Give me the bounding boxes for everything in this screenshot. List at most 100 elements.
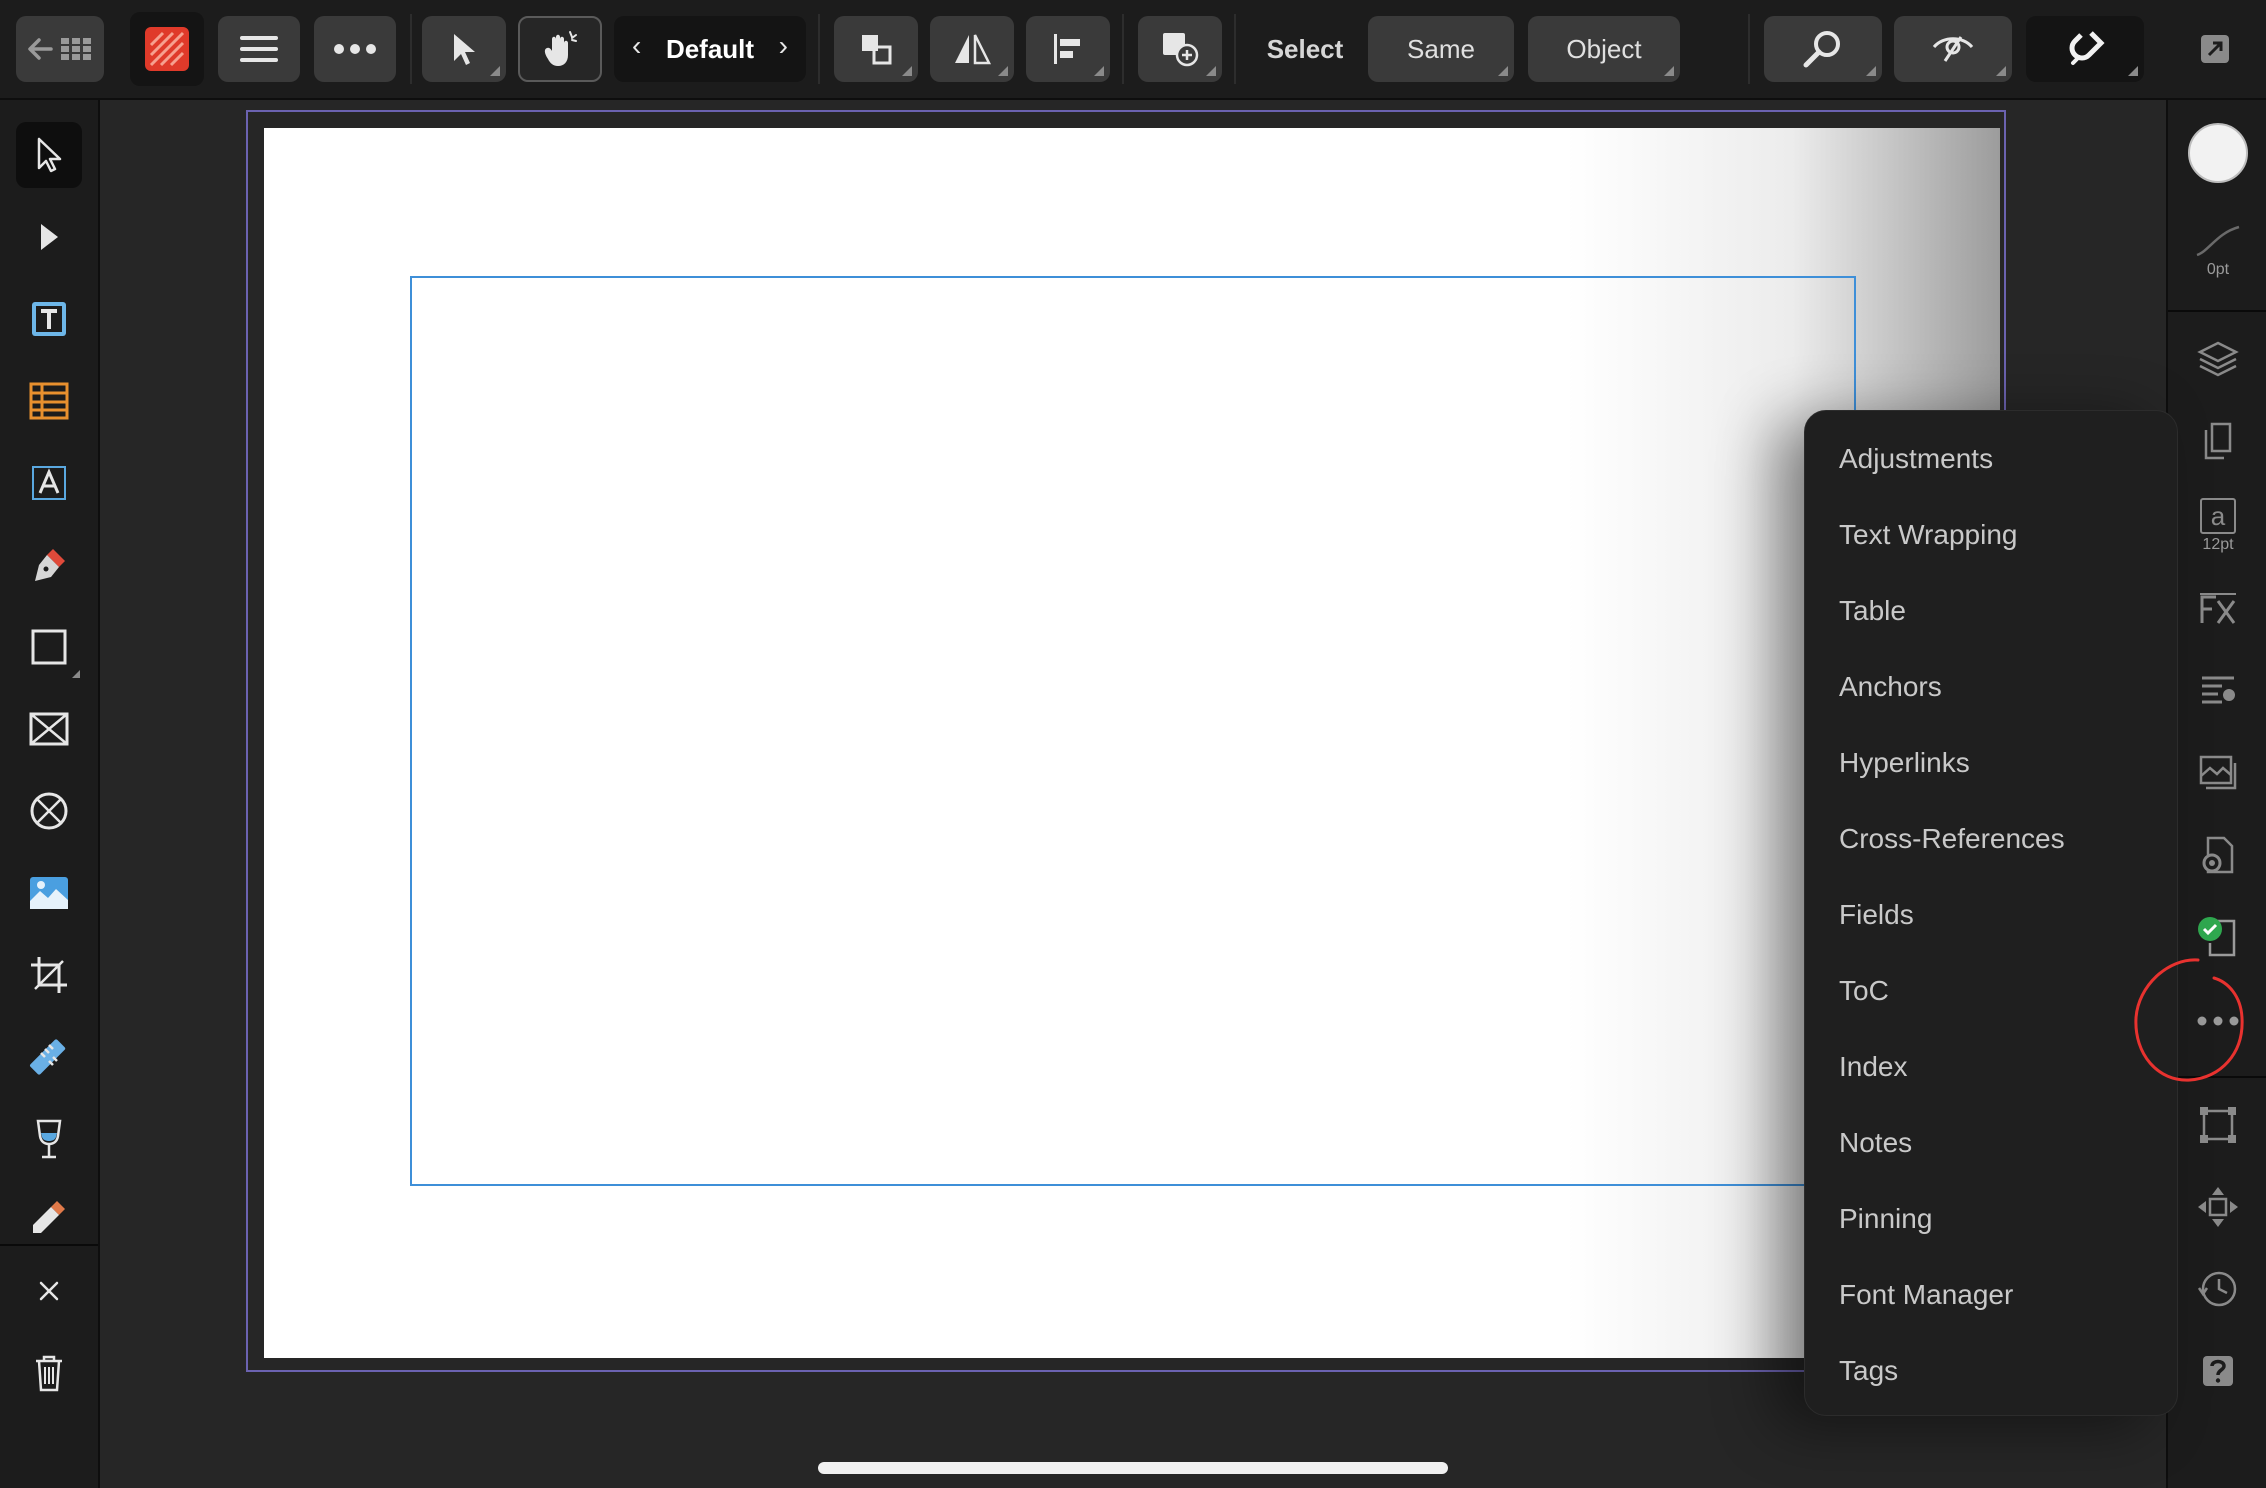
rectangle-tool[interactable] — [16, 614, 82, 680]
tools-panel — [0, 100, 100, 1488]
menu-item-font-manager[interactable]: Font Manager — [1839, 1279, 2013, 1311]
tool-flyout-indicator — [72, 670, 80, 678]
select-object-button[interactable]: Object — [1528, 16, 1680, 82]
add-shape-icon — [1163, 33, 1199, 67]
document-gear-icon — [2202, 836, 2234, 874]
hamburger-menu-icon — [240, 36, 278, 62]
view-mode-button[interactable] — [1894, 16, 2012, 82]
pen-nib-icon — [35, 549, 65, 581]
menu-item-index[interactable]: Index — [1839, 1051, 1908, 1083]
transform-studio-button[interactable] — [2185, 1092, 2251, 1158]
artistic-text-icon — [32, 466, 66, 500]
table-tool[interactable] — [16, 368, 82, 434]
help-button[interactable] — [2185, 1338, 2251, 1404]
menu-item-hyperlinks[interactable]: Hyperlinks — [1839, 747, 1970, 779]
node-arrow-icon — [41, 224, 58, 250]
images-stack-icon — [2199, 755, 2237, 790]
frame-text-icon — [32, 302, 66, 336]
toolbar-divider — [410, 14, 412, 84]
preset-next-icon[interactable]: › — [779, 30, 788, 62]
back-to-documents-button[interactable] — [16, 16, 104, 82]
fill-color-swatch[interactable] — [2185, 120, 2251, 186]
color-picker-tool[interactable] — [16, 1024, 82, 1090]
table-icon — [29, 382, 69, 420]
menu-item-table[interactable]: Table — [1839, 595, 1906, 627]
menu-item-cross-references[interactable]: Cross-References — [1839, 823, 2065, 855]
insert-button[interactable] — [1138, 16, 1222, 82]
place-image-tool[interactable] — [16, 860, 82, 926]
menu-item-anchors[interactable]: Anchors — [1839, 671, 1942, 703]
move-arrows-icon — [2198, 1187, 2238, 1227]
crop-tool[interactable] — [16, 942, 82, 1008]
navigator-studio-button[interactable] — [2185, 1174, 2251, 1240]
eye-preview-icon — [1932, 36, 1974, 62]
top-toolbar: ‹ Default › Select Same Object — [0, 0, 2266, 100]
fullscreen-button[interactable] — [2180, 16, 2250, 82]
document-settings-button[interactable] — [2185, 822, 2251, 888]
menu-item-pinning[interactable]: Pinning — [1839, 1203, 1932, 1235]
ellipse-frame-icon — [30, 792, 68, 830]
picture-frame-rectangle-tool[interactable] — [16, 696, 82, 762]
text-size-label: 12pt — [2202, 536, 2234, 553]
node-tool[interactable] — [16, 204, 82, 270]
history-studio-button[interactable] — [2185, 1256, 2251, 1322]
tools-divider — [0, 1244, 98, 1246]
magnifier-icon — [1803, 31, 1840, 68]
text-styles-studio-button[interactable]: a 12pt — [2185, 488, 2251, 564]
preset-previous-icon[interactable]: ‹ — [632, 30, 641, 62]
main-menu-button[interactable] — [218, 16, 300, 82]
artistic-text-tool[interactable] — [16, 450, 82, 516]
wine-glass-icon — [36, 1119, 62, 1159]
trash-icon — [36, 1355, 62, 1392]
text-style-icon: a — [2200, 498, 2236, 534]
effects-studio-button[interactable] — [2185, 576, 2251, 642]
annotation-circle — [2134, 958, 2244, 1082]
move-tool[interactable] — [16, 122, 82, 188]
preflight-check-icon — [2198, 917, 2236, 957]
margin-guide — [410, 276, 1856, 1186]
picture-frame-ellipse-tool[interactable] — [16, 778, 82, 844]
menu-item-tags[interactable]: Tags — [1839, 1355, 1898, 1387]
gesture-mode-button[interactable] — [518, 16, 602, 82]
menu-item-fields[interactable]: Fields — [1839, 899, 1914, 931]
menu-item-toc[interactable]: ToC — [1839, 975, 1889, 1007]
layers-icon — [2197, 341, 2239, 377]
menu-item-adjustments[interactable]: Adjustments — [1839, 443, 1993, 475]
close-selection-button[interactable] — [16, 1258, 82, 1324]
toolbar-divider — [1122, 14, 1124, 84]
back-grid-icon — [28, 38, 91, 60]
transform-box-icon — [2200, 1107, 2236, 1143]
more-studios-menu: Adjustments Text Wrapping Table Anchors … — [1804, 410, 2178, 1416]
delete-button[interactable] — [16, 1340, 82, 1406]
snapping-button[interactable] — [2026, 16, 2144, 82]
move-arrow-icon — [37, 137, 62, 173]
menu-item-text-wrapping[interactable]: Text Wrapping — [1839, 519, 2017, 551]
color-picker-eyedropper-tool[interactable] — [16, 1184, 82, 1250]
select-same-button[interactable]: Same — [1368, 16, 1514, 82]
select-label: Select — [1266, 33, 1344, 64]
transparency-tool[interactable] — [16, 1106, 82, 1172]
rectangle-icon — [31, 629, 67, 665]
pages-studio-button[interactable] — [2185, 408, 2251, 474]
zoom-button[interactable] — [1764, 16, 1882, 82]
preset-selector[interactable]: ‹ Default › — [614, 16, 806, 82]
arrange-button[interactable] — [834, 16, 918, 82]
more-options-button[interactable] — [314, 16, 396, 82]
stroke-style-button[interactable]: 0pt — [2185, 208, 2251, 294]
magnet-snapping-icon — [2069, 31, 2105, 65]
selection-mode-button[interactable] — [422, 16, 506, 82]
resource-manager-button[interactable] — [2185, 740, 2251, 806]
fullscreen-icon — [2201, 35, 2229, 63]
align-left-icon — [1054, 34, 1080, 64]
menu-item-notes[interactable]: Notes — [1839, 1127, 1912, 1159]
frame-text-tool[interactable] — [16, 286, 82, 352]
align-button[interactable] — [1026, 16, 1110, 82]
pen-tool[interactable] — [16, 532, 82, 598]
app-menu-button[interactable] — [130, 12, 204, 86]
toolbar-divider — [1748, 14, 1750, 84]
close-icon — [39, 1281, 59, 1301]
pages-icon — [2204, 422, 2232, 460]
flip-button[interactable] — [930, 16, 1014, 82]
layers-studio-button[interactable] — [2185, 326, 2251, 392]
paragraph-studio-button[interactable] — [2185, 658, 2251, 724]
